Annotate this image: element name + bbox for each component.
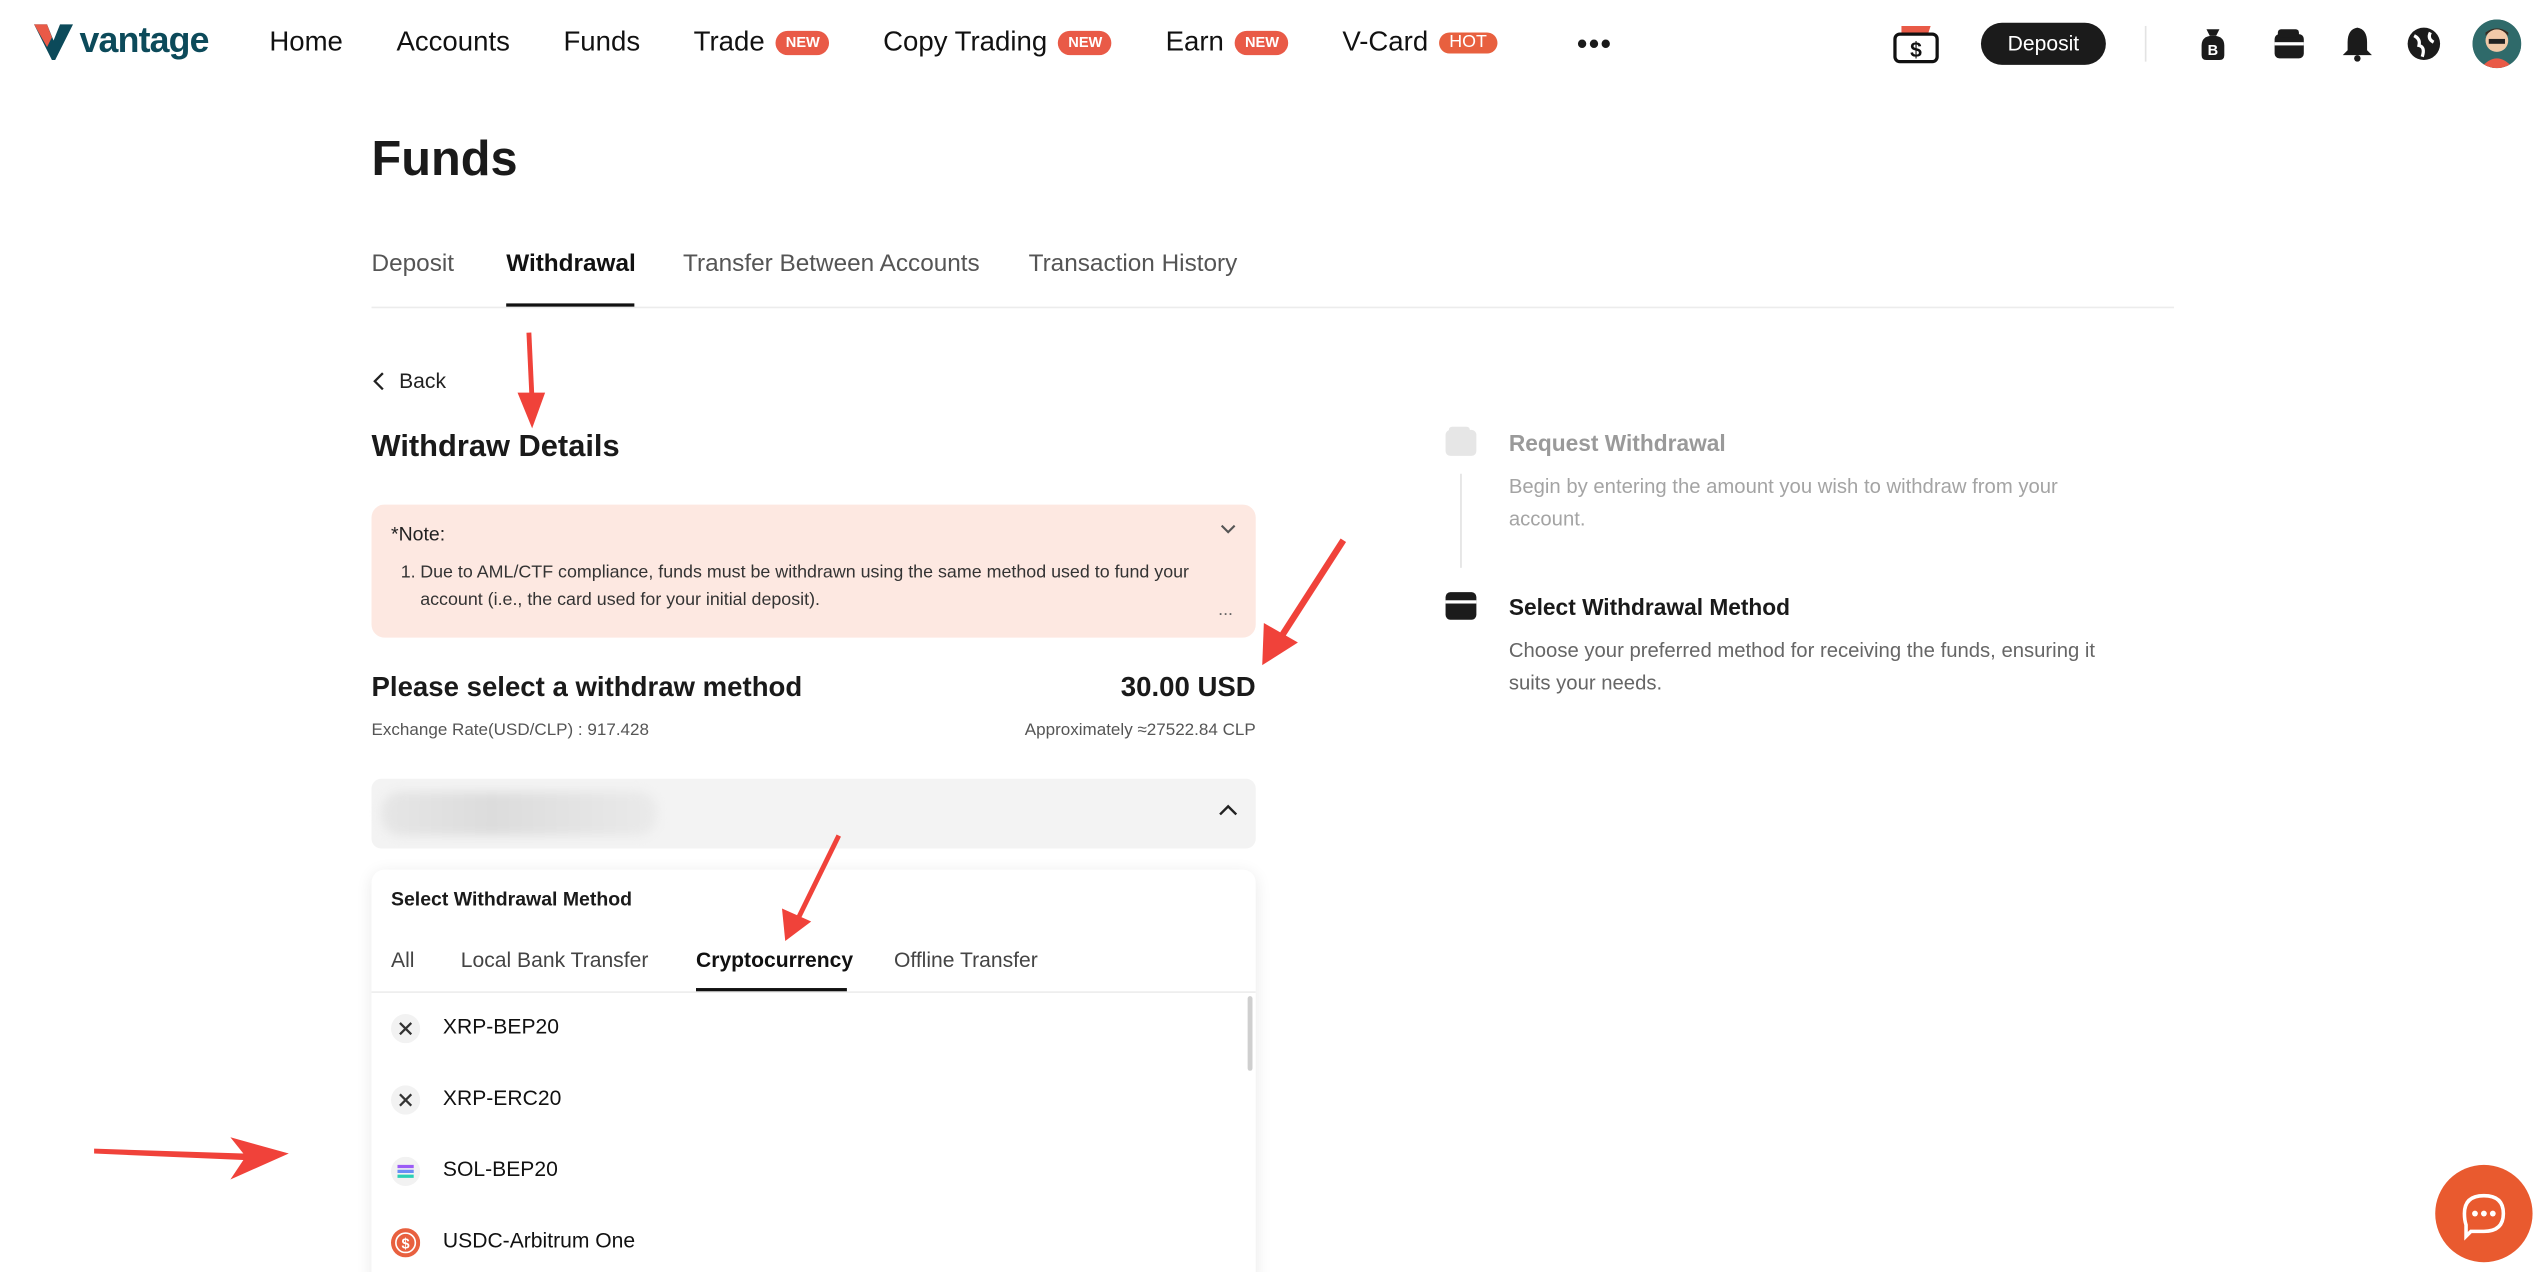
note-title: *Note: (390, 522, 446, 546)
chevron-down-icon[interactable] (1220, 522, 1236, 535)
nav-earn[interactable]: Earn NEW (1166, 26, 1289, 58)
list-item[interactable]: SOL-BEP20 (372, 1137, 1248, 1208)
method-label: USDC-Arbitrum One (442, 1228, 636, 1253)
note-item-number: 1. (400, 562, 416, 583)
step-desc: Choose your preferred method for receivi… (1508, 639, 2096, 695)
nav-label: Accounts (396, 25, 510, 57)
tab-all[interactable]: All (391, 947, 414, 971)
chevron-up-icon (1219, 804, 1238, 816)
exchange-rate: Exchange Rate(USD/CLP) : 917.428 (371, 720, 649, 740)
arrow-down-icon (517, 332, 546, 429)
new-badge: NEW (1058, 30, 1113, 55)
brand-logo[interactable]: vantage (32, 19, 210, 61)
active-tab-indicator (696, 988, 847, 992)
solana-icon (390, 1156, 421, 1186)
user-avatar[interactable] (2472, 19, 2522, 69)
nav-copy-trading[interactable]: Copy Trading NEW (883, 25, 1113, 58)
more-menu-icon[interactable]: ••• (1577, 28, 1613, 62)
section-title: Withdraw Details (371, 429, 620, 465)
nav-v-card[interactable]: V-Card HOT (1342, 25, 1497, 58)
scrollbar[interactable] (1247, 996, 1253, 1071)
svg-text:B: B (2208, 43, 2219, 59)
dropdown-title: Select Withdrawal Method (390, 887, 633, 911)
svg-text:$: $ (1910, 39, 1922, 62)
header-tools: $ Deposit B (1888, 16, 2543, 71)
funds-tabs: Deposit Withdrawal Transfer Between Acco… (371, 243, 2175, 309)
tab-local-bank-transfer[interactable]: Local Bank Transfer (461, 947, 649, 971)
nav-trade[interactable]: Trade NEW (694, 26, 830, 58)
withdraw-method-heading: Please select a withdraw method (371, 671, 803, 703)
method-label: SOL-BEP20 (442, 1156, 558, 1182)
list-item[interactable]: XRP-BEP20 (372, 995, 1248, 1066)
chat-bubble-icon (2462, 1193, 2506, 1241)
nav-label: Earn (1165, 25, 1224, 57)
vantage-logo-icon (34, 24, 74, 61)
method-label: XRP-BEP20 (442, 1014, 559, 1039)
tab-transfer-between-accounts[interactable]: Transfer Between Accounts (683, 250, 980, 278)
back-label: Back (399, 368, 447, 393)
chevron-left-icon (373, 371, 384, 390)
nav-label: Trade (693, 25, 765, 57)
globe-icon[interactable] (2404, 24, 2443, 63)
method-list: XRP-BEP20 XRP-ERC20 SOL-BEP20 $ USDC-Arb… (372, 995, 1256, 1272)
nav-label: Funds (563, 25, 641, 57)
list-item[interactable]: $ USDC-Arbitrum One (372, 1209, 1248, 1272)
withdraw-method-dropdown: Select Withdrawal Method All Local Bank … (371, 869, 1256, 1272)
tab-transaction-history[interactable]: Transaction History (1029, 250, 1238, 278)
nav-label: V-Card (1342, 25, 1429, 57)
step-title: Select Withdrawal Method (1508, 593, 1791, 620)
active-tab-indicator (506, 303, 635, 307)
nav-home[interactable]: Home (269, 26, 343, 58)
wallet-icon[interactable] (2270, 24, 2309, 63)
tab-deposit[interactable]: Deposit (372, 250, 455, 278)
tab-offline-transfer[interactable]: Offline Transfer (894, 947, 1038, 971)
app-root: vantage Home Accounts Funds Trade NEW Cop… (0, 0, 2544, 1272)
wallet-step-icon (1445, 426, 1477, 456)
crypto-bag-icon[interactable]: B (2193, 24, 2232, 63)
svg-text:$: $ (402, 1236, 410, 1252)
chat-support-button[interactable] (2435, 1164, 2533, 1263)
new-badge: NEW (1235, 30, 1289, 55)
top-navbar: vantage Home Accounts Funds Trade NEW Cop… (0, 0, 2544, 88)
main-nav: Home Accounts Funds Trade NEW Copy Tradin… (269, 26, 1550, 58)
nav-accounts[interactable]: Accounts (396, 26, 509, 58)
page-title: Funds (371, 133, 518, 187)
arrow-right-icon (94, 1137, 289, 1180)
note-item: 1. Due to AML/CTF compliance, funds must… (401, 560, 1228, 615)
method-label: XRP-ERC20 (442, 1085, 562, 1110)
note-item-text: Due to AML/CTF compliance, funds must be… (420, 562, 1189, 611)
nav-funds[interactable]: Funds (563, 26, 640, 58)
new-badge: NEW (776, 30, 830, 55)
card-step-icon (1445, 592, 1477, 620)
brand-name: vantage (79, 19, 209, 61)
bell-icon[interactable] (2338, 24, 2377, 63)
arrow-diagonal-icon (1262, 538, 1347, 666)
back-link[interactable]: Back (373, 368, 447, 393)
step-desc: Begin by entering the amount you wish to… (1508, 475, 2058, 531)
coupon-dollar-icon[interactable]: $ (1892, 21, 1941, 66)
divider (2144, 25, 2147, 62)
method-category-tabs: All Local Bank Transfer Cryptocurrency O… (371, 935, 1256, 993)
tab-cryptocurrency[interactable]: Cryptocurrency (696, 947, 853, 971)
usdc-icon: $ (390, 1228, 421, 1258)
nav-label: Home (269, 25, 343, 57)
hot-badge: HOT (1439, 31, 1497, 53)
xrp-icon (390, 1085, 421, 1115)
withdraw-method-select[interactable] (371, 778, 1256, 849)
withdraw-amount: 30.00 USD (1120, 671, 1256, 703)
withdrawal-steps: Request Withdrawal Begin by entering the… (1441, 425, 2122, 717)
tab-withdrawal[interactable]: Withdrawal (506, 250, 636, 278)
list-item[interactable]: XRP-ERC20 (372, 1066, 1248, 1137)
step-connector (1460, 473, 1462, 568)
step-title: Request Withdrawal (1508, 429, 1726, 456)
deposit-button[interactable]: Deposit (1980, 22, 2106, 65)
approx-amount: Approximately ≈27522.84 CLP (1024, 720, 1256, 740)
xrp-icon (390, 1014, 421, 1044)
avatar-image-icon (2472, 19, 2522, 69)
redacted-selection (381, 791, 658, 836)
compliance-note: *Note: 1. Due to AML/CTF compliance, fun… (371, 504, 1256, 638)
nav-label: Copy Trading (883, 25, 1048, 57)
note-more[interactable]: ... (1218, 600, 1233, 619)
